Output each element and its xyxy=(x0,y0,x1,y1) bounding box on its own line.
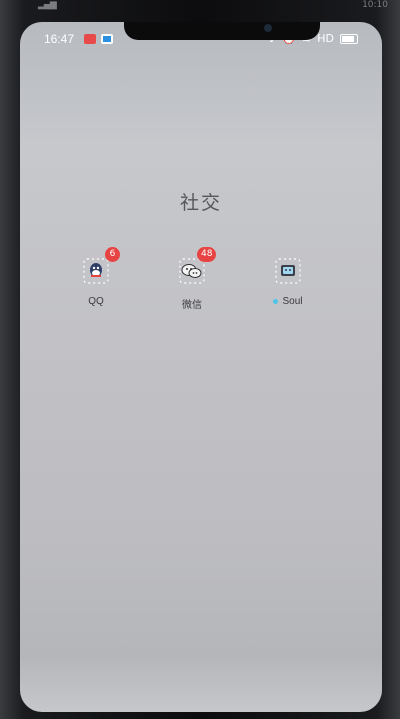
notification-message-icon xyxy=(101,34,113,44)
outer-clock: 10:10 xyxy=(362,0,388,10)
camera-icon xyxy=(264,24,272,32)
soul-icon[interactable] xyxy=(273,256,303,286)
battery-icon xyxy=(340,33,358,44)
qq-label: QQ xyxy=(88,296,104,307)
soul-label-text: Soul xyxy=(282,296,303,307)
phone-screen: 16:47 ♪ ⏰ ≋ HD 社交 6 QQ xyxy=(20,22,382,712)
app-soul[interactable]: Soul xyxy=(253,256,323,307)
app-wechat[interactable]: 48 微信 xyxy=(157,247,227,311)
qq-icon[interactable]: 6 xyxy=(81,247,120,286)
status-time: 16:47 xyxy=(44,32,75,46)
new-install-dot xyxy=(273,298,279,304)
soul-label: Soul xyxy=(253,296,323,307)
notification-app-icon xyxy=(84,34,96,44)
outer-status-bar: ▂▄▆ 10:10 xyxy=(0,0,400,12)
qq-badge: 6 xyxy=(105,247,120,262)
wechat-badge: 48 xyxy=(197,247,217,262)
app-qq[interactable]: 6 QQ xyxy=(61,247,131,307)
front-camera-notch xyxy=(124,22,320,40)
folder-title[interactable]: 社交 xyxy=(20,188,382,215)
outer-signal-icon: ▂▄▆ xyxy=(38,0,57,10)
network-type-label: HD xyxy=(317,32,334,45)
wechat-label: 微信 xyxy=(182,300,202,311)
wechat-icon[interactable]: 48 xyxy=(177,247,217,286)
